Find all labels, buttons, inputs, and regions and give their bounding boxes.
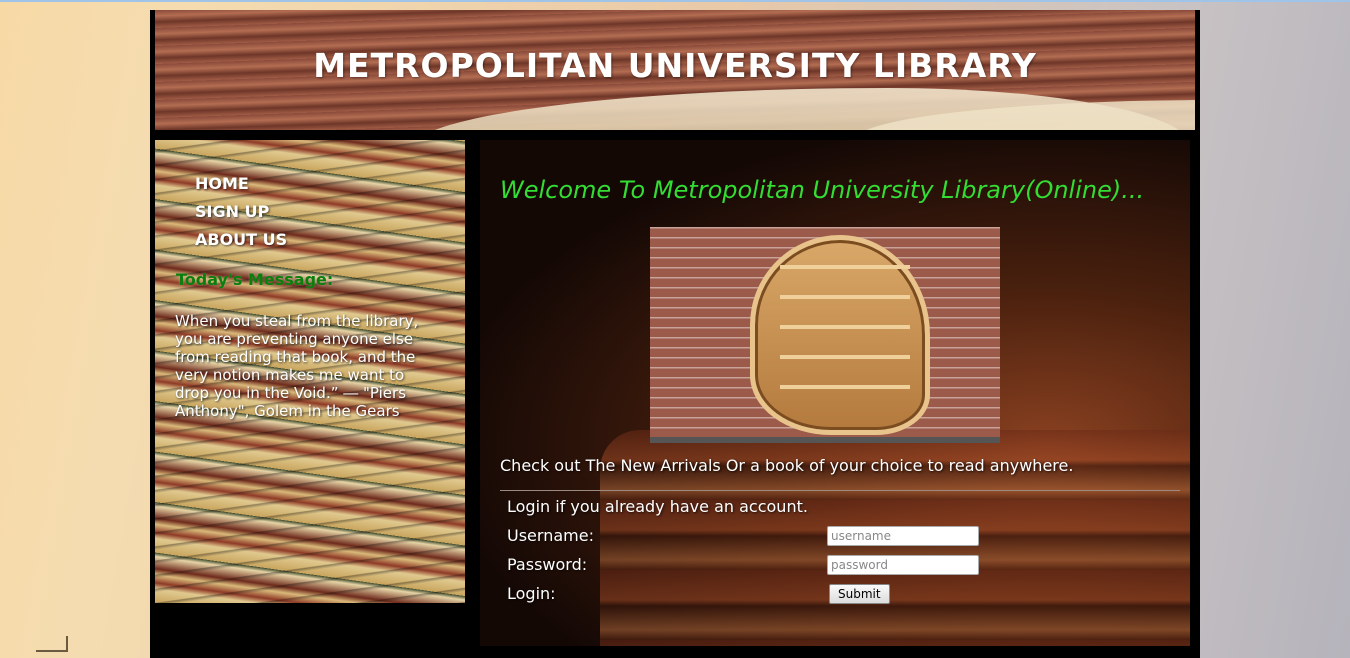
welcome-heading: Welcome To Metropolitan University Libra… — [500, 176, 1145, 204]
submit-button[interactable]: Submit — [829, 584, 890, 604]
head-bookshelf-image — [650, 227, 1000, 443]
todays-message-text: When you steal from the library, you are… — [175, 312, 419, 420]
page-wrapper: METROPOLITAN UNIVERSITY LIBRARY HOME SIG… — [150, 10, 1200, 658]
shelf-line — [780, 265, 910, 269]
shelf-line — [780, 385, 910, 389]
window-resize-corner — [36, 636, 68, 652]
password-row: Password: — [507, 550, 979, 579]
login-prompt: Login if you already have an account. — [507, 497, 808, 516]
shelf-line — [780, 325, 910, 329]
site-title: METROPOLITAN UNIVERSITY LIBRARY — [313, 46, 1037, 85]
intro-text: Check out The New Arrivals Or a book of … — [500, 456, 1074, 475]
divider — [500, 490, 1180, 491]
shelf-line — [780, 355, 910, 359]
shelf-line — [780, 295, 910, 299]
submit-row: Login: Submit — [507, 579, 967, 608]
username-input[interactable] — [827, 526, 979, 546]
sidebar: HOME SIGN UP ABOUT US Today's Message: W… — [155, 140, 465, 603]
username-label: Username: — [507, 526, 594, 545]
password-label: Password: — [507, 555, 588, 574]
header-banner: METROPOLITAN UNIVERSITY LIBRARY — [155, 10, 1195, 130]
login-form: Login if you already have an account. Us… — [507, 492, 979, 608]
window-top-border — [0, 0, 1350, 2]
todays-message-title: Today's Message: — [176, 270, 334, 289]
username-row: Username: — [507, 521, 979, 550]
login-label: Login: — [507, 584, 556, 603]
login-prompt-row: Login if you already have an account. — [507, 492, 967, 521]
password-input[interactable] — [827, 555, 979, 575]
nav-home-link[interactable]: HOME — [195, 170, 287, 198]
main-content: Welcome To Metropolitan University Libra… — [480, 140, 1190, 646]
nav-signup-link[interactable]: SIGN UP — [195, 198, 287, 226]
main-nav: HOME SIGN UP ABOUT US — [195, 170, 287, 254]
nav-about-link[interactable]: ABOUT US — [195, 226, 287, 254]
